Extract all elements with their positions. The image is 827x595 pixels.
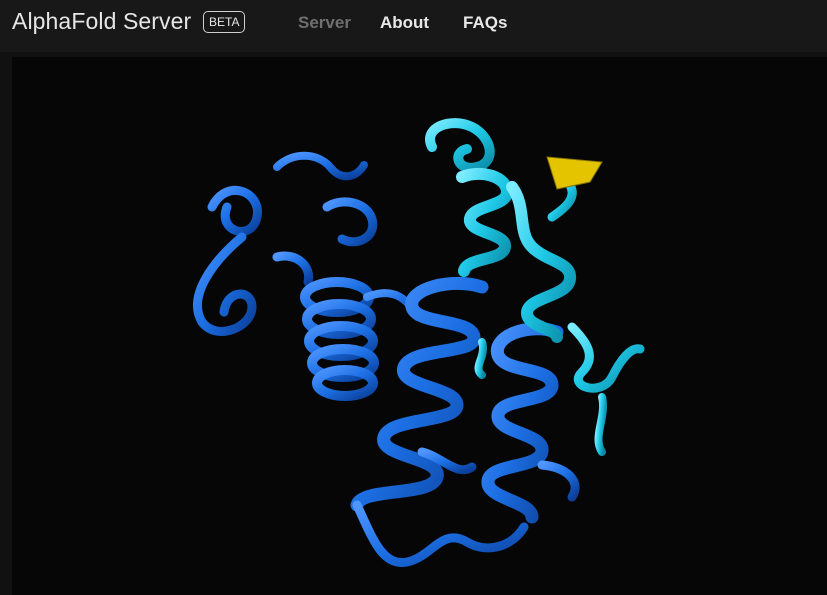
protein-structure xyxy=(193,118,645,567)
yellow-terminus xyxy=(546,156,603,190)
nav-about[interactable]: About xyxy=(380,13,429,33)
app-title[interactable]: AlphaFold Server xyxy=(12,8,191,35)
nav-faqs[interactable]: FAQs xyxy=(463,13,507,33)
beta-badge: BETA xyxy=(203,11,246,33)
structure-viewer[interactable] xyxy=(12,57,827,595)
left-helix-domain xyxy=(193,151,421,401)
top-bar: AlphaFold Server BETA Server About FAQs xyxy=(0,0,827,52)
nav-server[interactable]: Server xyxy=(298,13,351,33)
